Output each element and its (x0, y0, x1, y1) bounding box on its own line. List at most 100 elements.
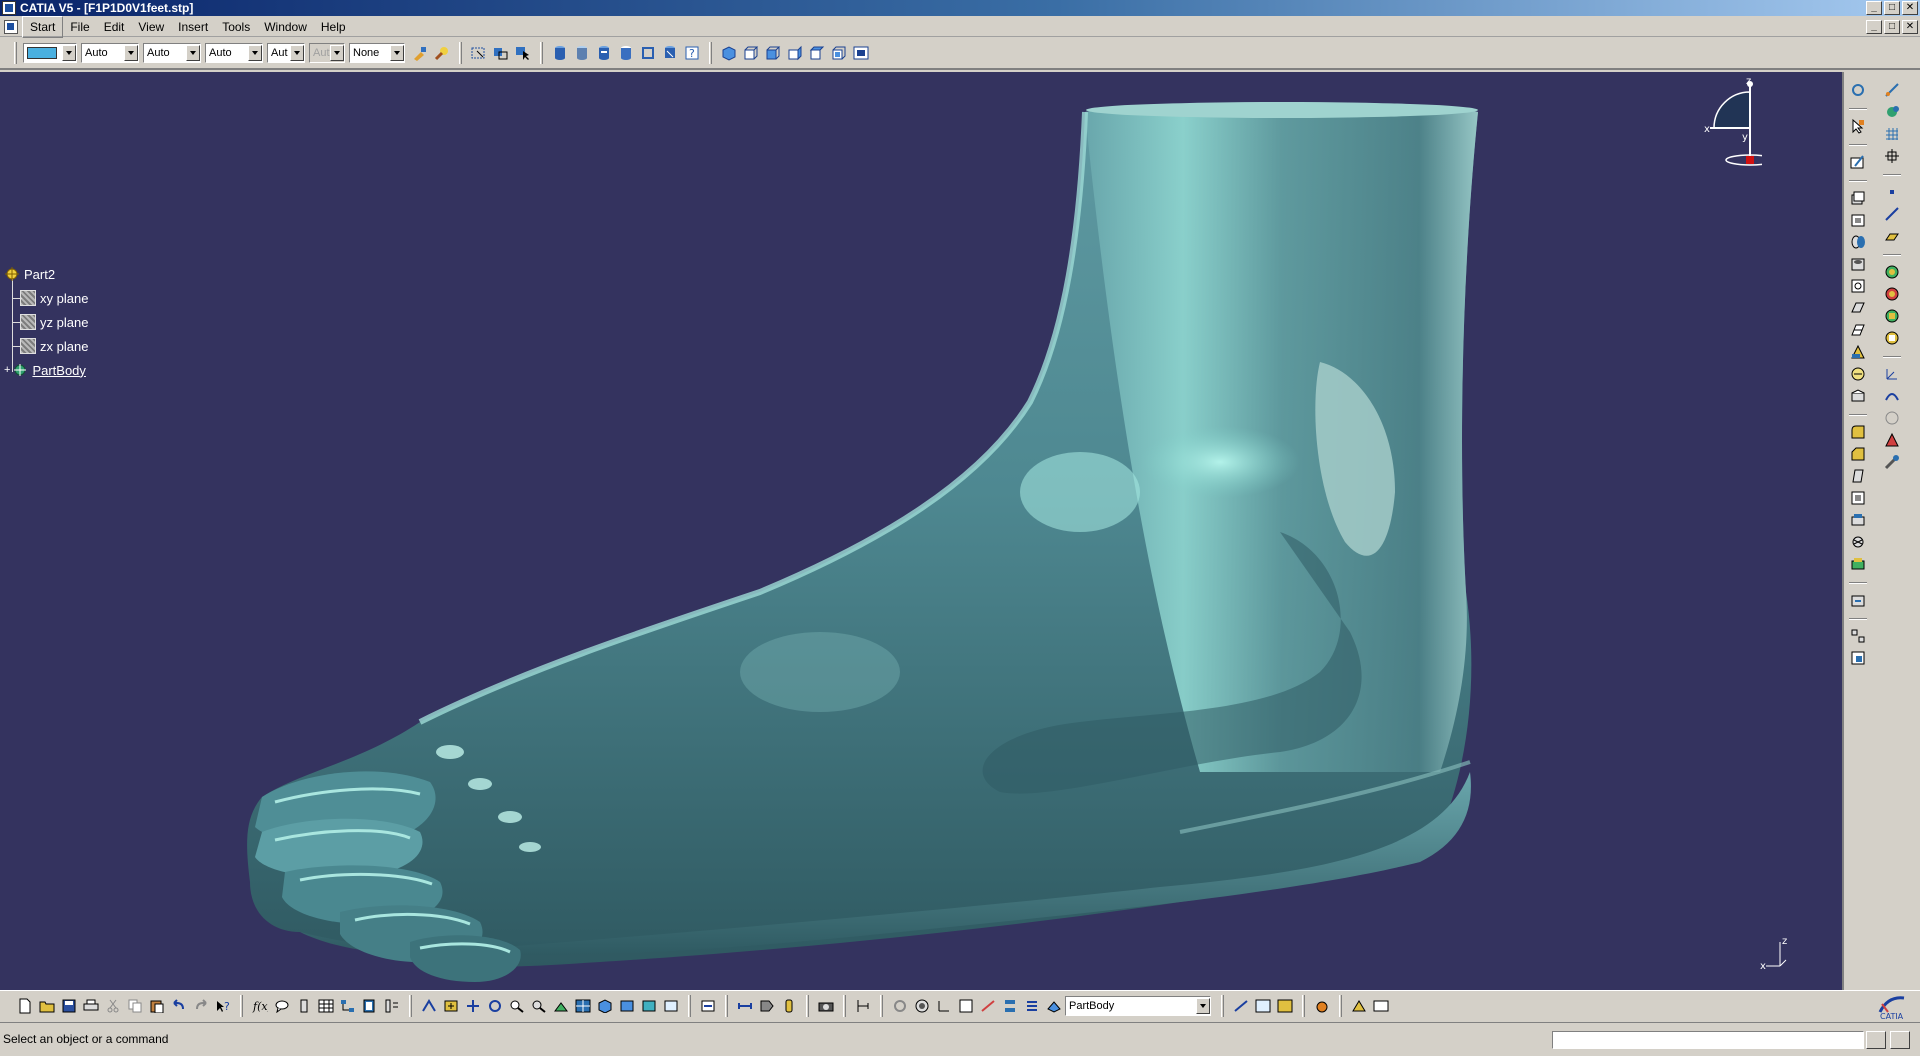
shaft-icon[interactable] (1848, 232, 1868, 252)
print-icon[interactable] (81, 996, 101, 1016)
grid-icon[interactable] (1882, 124, 1902, 144)
slot-icon[interactable] (1848, 298, 1868, 318)
intersect-icon[interactable] (1882, 306, 1902, 326)
grid-snap-icon[interactable] (1882, 102, 1902, 122)
compass-icon[interactable]: z x y (1676, 78, 1762, 188)
chevron-down-icon[interactable] (248, 45, 262, 61)
copy-icon[interactable] (125, 996, 145, 1016)
chevron-down-icon[interactable] (1196, 997, 1210, 1014)
rib-icon[interactable] (1848, 276, 1868, 296)
compass-ball-icon[interactable] (912, 996, 932, 1016)
thread-icon[interactable] (1848, 532, 1868, 552)
transparency-combo[interactable]: Auto (205, 43, 263, 63)
current-body-combo[interactable]: PartBody (1065, 995, 1211, 1016)
table-icon[interactable] (316, 996, 336, 1016)
pattern-icon[interactable] (1848, 626, 1868, 646)
view-front-icon[interactable] (741, 43, 761, 63)
apply-material-icon[interactable] (1312, 996, 1332, 1016)
pad-icon[interactable] (1848, 188, 1868, 208)
solid-combine-icon[interactable] (1848, 364, 1868, 384)
color-combo[interactable] (23, 43, 77, 63)
cylinder3-icon[interactable] (594, 43, 614, 63)
foot-model[interactable] (0, 72, 1842, 990)
tree-root-label[interactable]: Part2 (24, 267, 55, 282)
tree-zx-plane-label[interactable]: zx plane (40, 339, 88, 354)
close-button[interactable]: ✕ (1902, 1, 1918, 15)
chevron-down-icon[interactable] (62, 45, 76, 61)
hole-icon[interactable] (1848, 254, 1868, 274)
catia-app-icon[interactable] (2, 1, 16, 15)
menu-tools[interactable]: Tools (215, 17, 257, 37)
sweep-icon[interactable] (1882, 408, 1902, 428)
zoom-out-icon[interactable] (529, 996, 549, 1016)
union-icon[interactable] (1882, 262, 1902, 282)
fit-all-icon[interactable] (441, 996, 461, 1016)
menu-start[interactable]: Start (22, 15, 64, 38)
doc-close-button[interactable]: ✕ (1902, 20, 1918, 34)
plane-icon[interactable] (1882, 226, 1902, 246)
axis-icon[interactable] (934, 996, 954, 1016)
rules-icon[interactable] (1371, 996, 1391, 1016)
toolbar-grip[interactable] (688, 994, 691, 1017)
toolbar-grip[interactable] (459, 42, 462, 64)
chevron-down-icon[interactable] (390, 45, 404, 61)
spec-tree-icon[interactable] (338, 996, 358, 1016)
tree-node-zx-plane[interactable]: zx plane (4, 334, 88, 358)
draft-icon[interactable] (1848, 466, 1868, 486)
flashlight-icon[interactable] (432, 43, 452, 63)
tree-node-partbody[interactable]: + PartBody (4, 358, 88, 382)
stack-icon[interactable] (1000, 996, 1020, 1016)
toolbar-grip[interactable] (1221, 994, 1224, 1017)
shell-icon[interactable] (1848, 488, 1868, 508)
knowledge-icon[interactable] (294, 996, 314, 1016)
tree-node-root[interactable]: Part2 (4, 262, 88, 286)
help-icon[interactable]: ? (682, 43, 702, 63)
menu-insert[interactable]: Insert (171, 17, 215, 37)
toolbar-grip[interactable] (806, 994, 809, 1017)
paste-icon[interactable] (147, 996, 167, 1016)
formula-icon[interactable]: f(x) (250, 996, 270, 1016)
tree-xy-plane-label[interactable]: xy plane (40, 291, 88, 306)
toolbar-grip[interactable] (540, 42, 543, 64)
pocket-icon[interactable] (1848, 210, 1868, 230)
parameters-icon[interactable] (382, 996, 402, 1016)
normal-view-icon[interactable] (551, 996, 571, 1016)
cylinder6-icon[interactable] (660, 43, 680, 63)
scaling-icon[interactable] (1848, 648, 1868, 668)
cylinder5-icon[interactable] (638, 43, 658, 63)
bar-icon[interactable] (735, 996, 755, 1016)
view-left-icon[interactable] (785, 43, 805, 63)
save-icon[interactable] (59, 996, 79, 1016)
view-iso-icon[interactable] (719, 43, 739, 63)
loft-icon[interactable] (1848, 342, 1868, 362)
menu-help[interactable]: Help (314, 17, 353, 37)
fly-mode-icon[interactable] (419, 996, 439, 1016)
menu-file[interactable]: File (63, 17, 96, 37)
tree-partbody-label[interactable]: PartBody (32, 363, 85, 378)
view-back-icon[interactable] (763, 43, 783, 63)
expand-icon[interactable]: + (4, 364, 10, 376)
pan-icon[interactable] (463, 996, 483, 1016)
tag-icon[interactable] (757, 996, 777, 1016)
line-weight-combo[interactable]: Auto (143, 43, 201, 63)
toolbar-grip[interactable] (709, 42, 712, 64)
cut-icon[interactable] (103, 996, 123, 1016)
axis-system-icon[interactable] (1882, 364, 1902, 384)
list-icon[interactable] (1022, 996, 1042, 1016)
iso-view-icon[interactable] (595, 996, 615, 1016)
select-cursor-icon[interactable] (513, 43, 533, 63)
cylinder2-icon[interactable] (572, 43, 592, 63)
hide-show-icon[interactable] (639, 996, 659, 1016)
publish-icon[interactable] (1231, 996, 1251, 1016)
select-arrow-icon[interactable] (1848, 116, 1868, 136)
zoom-in-icon[interactable] (507, 996, 527, 1016)
map-icon[interactable] (1275, 996, 1295, 1016)
select-trap-icon[interactable] (491, 43, 511, 63)
minimize-panel-button[interactable] (1866, 1031, 1886, 1049)
select-icon[interactable] (469, 43, 489, 63)
open-icon[interactable] (37, 996, 57, 1016)
curve-icon[interactable] (1882, 386, 1902, 406)
cylinder4-icon[interactable] (616, 43, 636, 63)
view-right-icon[interactable] (807, 43, 827, 63)
constraint-icon[interactable] (978, 996, 998, 1016)
